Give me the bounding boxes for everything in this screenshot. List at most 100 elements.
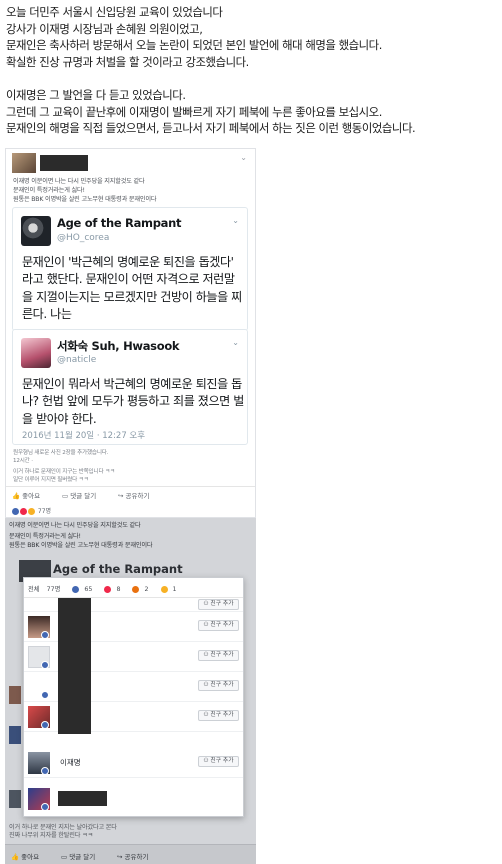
post-text-line: 이재명 이분이면 나는 다시 민주당을 지지할것도 같다 xyxy=(9,522,141,529)
like-icon: 👍 xyxy=(12,492,23,500)
share-icon: ↪ xyxy=(117,853,125,861)
facebook-post: ⌄ 이재명 이분이면 나는 다시 민주당을 지지할것도 같다 문재인이 특정거라… xyxy=(5,148,256,518)
share-button[interactable]: ↪ 공유하기 xyxy=(117,851,148,861)
add-friend-button[interactable]: ⚇ 친구 추가 xyxy=(198,650,239,661)
tweet-author-handle: @naticle xyxy=(57,355,97,365)
chevron-down-icon[interactable]: ⌄ xyxy=(232,216,239,225)
tweet-date: 2016년 11월 20일 · 12:27 오후 xyxy=(22,431,146,441)
redacted-names xyxy=(58,598,91,734)
post-action-bar: 👍 좋아요 ▭ 댓글 달기 ↪ 공유하기 xyxy=(6,486,255,502)
chevron-down-icon[interactable]: ⌄ xyxy=(240,153,247,162)
add-friend-button[interactable]: ⚇ 친구 추가 xyxy=(198,756,239,767)
tweet-card[interactable]: 서화숙 Suh, Hwasook @naticle ⌄ 문재인이 뭐라서 박근혜… xyxy=(12,329,248,445)
chevron-down-icon[interactable]: ⌄ xyxy=(232,338,239,347)
like-icon xyxy=(72,585,80,593)
add-friend-button[interactable]: ⚇ 친구 추가 xyxy=(198,599,239,610)
avatar[interactable] xyxy=(12,153,36,173)
tweet-card[interactable]: Age of the Rampant @HO_corea ⌄ 문재인이 '박근혜… xyxy=(12,207,248,331)
reaction-count: 77명 xyxy=(37,508,52,515)
tweet-author-handle: @HO_corea xyxy=(57,233,110,243)
add-friend-label: 친구 추가 xyxy=(210,622,234,628)
post-meta: 12시간 · xyxy=(13,458,33,464)
add-friend-label: 친구 추가 xyxy=(210,652,234,658)
add-friend-label: 친구 추가 xyxy=(210,601,234,607)
post-meta: 이거 하나로 문재인이 지구는 반쪽입니다 ㅋㅋ xyxy=(13,469,115,475)
like-button[interactable]: 👍 좋아요 xyxy=(11,851,39,861)
tab-count: 8 xyxy=(116,586,121,593)
tab-count: 1 xyxy=(172,586,177,593)
like-icon xyxy=(41,631,49,639)
tweet-text: 문재인이 '박근혜의 명예로운 퇴진을 돕겠다' 라고 했단다. 문재인이 어떤… xyxy=(22,255,242,321)
add-friend-button[interactable]: ⚇ 친구 추가 xyxy=(198,680,239,691)
list-item: 이재명 ⚇ 친구 추가 xyxy=(24,748,243,778)
intro-line: 문재인의 해명을 직접 들었으면서, 듣고나서 자기 페북에서 하는 짓은 이런… xyxy=(6,121,416,136)
intro-gap xyxy=(6,70,502,87)
comment-icon: ▭ xyxy=(61,853,70,861)
intro-line: 이재명은 그 발언을 다 듣고 있었습니다. xyxy=(6,87,186,102)
post-text-line: 이재명 이분이면 나는 다시 민주당을 지지할것도 같다 xyxy=(13,178,145,185)
reactions-screenshot: 이재명 이분이면 나는 다시 민주당을 지지할것도 같다 문재인이 특정거라는게… xyxy=(5,518,256,864)
tab-haha[interactable]: 1 xyxy=(160,585,182,593)
like-button[interactable]: 👍 좋아요 xyxy=(12,490,40,500)
comment-button[interactable]: ▭ 댓글 달기 xyxy=(61,851,95,861)
angry-icon xyxy=(132,585,140,593)
post-text-line: 문재인이 특정거라는게 싫다! xyxy=(9,533,81,540)
like-label: 좋아요 xyxy=(22,492,41,500)
post-meta: 진짜 나무위 지자를 한탈린다 ㅋㅋ xyxy=(9,832,93,839)
reactions-popup: 전체 77명 65 8 2 1 ⚇ 친구 추가 ⚇ 친구 추가 ⚇ 친구 추가 … xyxy=(23,577,244,817)
tweet-author-name: Age of the Rampant xyxy=(57,216,182,230)
add-friend-label: 친구 추가 xyxy=(210,758,234,764)
add-friend-button[interactable]: ⚇ 친구 추가 xyxy=(198,620,239,631)
haha-icon xyxy=(160,585,168,593)
intro-line: 오늘 더민주 서울시 신입당원 교육이 있었습니다 xyxy=(6,5,223,19)
user-name[interactable]: 이재명 xyxy=(60,757,81,768)
tweet-author-name: Age of the Rampant xyxy=(53,562,183,576)
reaction-summary[interactable]: 77명 xyxy=(12,506,51,515)
avatar xyxy=(21,338,51,368)
redacted-name xyxy=(40,155,88,171)
tweet-author-name: 서화숙 Suh, Hwasook xyxy=(57,339,180,353)
tab-count: 65 xyxy=(84,586,93,593)
list-item xyxy=(24,784,243,814)
side-thumbnail xyxy=(9,790,21,808)
comment-icon: ▭ xyxy=(62,492,71,500)
tweet-text: 문재인이 뭐라서 박근혜의 명예로운 퇴진을 돕나? 헌법 앞에 모두가 평등하… xyxy=(22,377,244,426)
list-item: ⚇ 친구 추가 xyxy=(24,642,243,672)
list-item: ⚇ 친구 추가 xyxy=(24,598,243,612)
tab-count: 2 xyxy=(144,586,149,593)
avatar xyxy=(21,216,51,246)
comment-label: 댓글 달기 xyxy=(70,492,97,500)
haha-icon xyxy=(28,508,35,515)
post-meta: 일단 이루어 지지면 필버렸다 ㅋㅋ xyxy=(13,477,89,483)
post-text-line: 문재인이 특정거라는게 싫다! xyxy=(13,187,85,194)
tab-count: 77명 xyxy=(46,586,61,593)
share-label: 공유하기 xyxy=(125,492,150,500)
tab-love[interactable]: 8 xyxy=(104,585,125,593)
love-icon xyxy=(104,585,112,593)
share-button[interactable]: ↪ 공유하기 xyxy=(118,490,149,500)
tab-all[interactable]: 전체 77명 xyxy=(28,586,65,593)
like-icon xyxy=(41,691,49,699)
comment-button[interactable]: ▭ 댓글 달기 xyxy=(62,490,96,500)
intro-line: 강사가 이재명 시장님과 손혜원 의원이었고, xyxy=(6,21,203,36)
post-text-line: 원통은 BBK 이명박을 살린 고노무현 대통령과 문재인이다 xyxy=(9,542,153,549)
tab-like[interactable]: 65 xyxy=(72,585,97,593)
like-icon xyxy=(12,508,19,515)
tab-angry[interactable]: 2 xyxy=(132,585,153,593)
intro-line: 그런데 그 교육이 끝난후에 이재명이 발빠르게 자기 페북에 누른 좋아요를 … xyxy=(6,104,382,119)
add-friend-button[interactable]: ⚇ 친구 추가 xyxy=(198,710,239,721)
post-text-line: 원통은 BBK 이명박을 살린 고노무현 대통령과 문재인이다 xyxy=(13,196,157,203)
list-item: ⚇ 친구 추가 xyxy=(24,612,243,642)
list-item: ⚇ 친구 추가 xyxy=(24,702,243,732)
side-thumbnail xyxy=(9,726,21,744)
like-icon xyxy=(41,767,49,775)
intro-text: 오늘 더민주 서울시 신입당원 교육이 있었습니다 강사가 이재명 시장님과 손… xyxy=(6,4,502,137)
share-label: 공유하기 xyxy=(124,853,149,861)
add-friend-label: 친구 추가 xyxy=(210,682,234,688)
side-thumbnail xyxy=(9,686,21,704)
comment-label: 댓글 달기 xyxy=(69,853,96,861)
share-icon: ↪ xyxy=(118,492,126,500)
add-friend-label: 친구 추가 xyxy=(210,712,234,718)
like-icon xyxy=(41,721,49,729)
intro-line: 문재인은 축사하러 방문해서 오늘 논란이 되었던 본인 발언에 해대 해명을 … xyxy=(6,38,382,53)
